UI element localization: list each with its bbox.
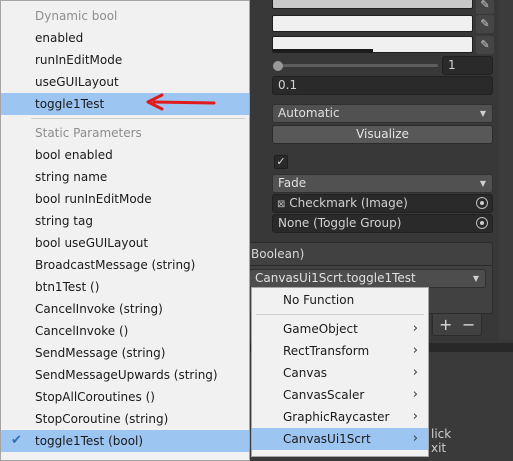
submenu-label: RectTransform (283, 344, 370, 358)
partial-label: lick (431, 427, 452, 441)
submenu-item-gameobject[interactable]: GameObject › (252, 318, 428, 340)
image-icon: ⊠ (277, 199, 286, 210)
navigation-value: Automatic (278, 106, 340, 120)
event-buttons: + − (432, 314, 482, 336)
checkmark-icon: ✔ (11, 433, 22, 448)
menu-item[interactable]: btn1Test () (1, 276, 249, 298)
chevron-down-icon: ▼ (479, 109, 486, 118)
menu-separator (31, 118, 245, 119)
eyedropper-icon[interactable]: ✎ (476, 15, 494, 33)
menu-item[interactable]: string tag (1, 210, 249, 232)
color-swatch-pressed[interactable] (272, 36, 473, 53)
chevron-right-icon: › (412, 343, 418, 358)
menu-item[interactable]: SendMessage (string) (1, 342, 249, 364)
navigation-dropdown[interactable]: Automatic ▼ (272, 104, 493, 123)
submenu-item-canvas[interactable]: Canvas › (252, 362, 428, 384)
color-swatch-normal[interactable] (272, 0, 473, 9)
inspector-scrollbar[interactable] (499, 0, 513, 340)
visualize-button[interactable]: Visualize (272, 125, 493, 144)
event-header: Boolean) (251, 247, 305, 261)
component-submenu: No Function GameObject › RectTransform ›… (251, 287, 429, 457)
chevron-right-icon: › (412, 365, 418, 380)
menu-item[interactable]: CancelInvoke () (1, 320, 249, 342)
submenu-label: GameObject (283, 322, 358, 336)
submenu-label: Canvas (283, 366, 328, 380)
chevron-down-icon: ▼ (479, 179, 486, 188)
transition-value: Fade (278, 176, 307, 190)
annotation-arrow-icon (146, 93, 216, 111)
menu-item[interactable]: BroadcastMessage (string) (1, 254, 249, 276)
menu-item[interactable]: bool enabled (1, 144, 249, 166)
submenu-label: CanvasUi1Scrt (283, 432, 371, 446)
method-popup-menu: Dynamic bool enabled runInEditMode useGU… (0, 0, 250, 461)
menu-item[interactable]: runInEditMode (1, 49, 249, 71)
object-picker-icon[interactable] (476, 197, 488, 209)
transition-dropdown[interactable]: Fade ▼ (272, 174, 493, 193)
chevron-down-icon: ▼ (472, 274, 479, 283)
menu-header-dynamic: Dynamic bool (35, 9, 118, 23)
eyedropper-icon[interactable]: ✎ (476, 36, 494, 54)
group-value: None (Toggle Group) (278, 216, 402, 230)
partial-label: xit (431, 441, 447, 455)
menu-item[interactable]: bool useGUILayout (1, 232, 249, 254)
chevron-right-icon: › (412, 431, 418, 446)
menu-item[interactable]: CancelInvoke (string) (1, 298, 249, 320)
group-field[interactable]: None (Toggle Group) (272, 214, 493, 233)
remove-listener-button[interactable]: − (462, 315, 475, 334)
menu-item-checked[interactable]: ✔ toggle1Test (bool) (1, 430, 249, 452)
submenu-item-canvasui1scrt[interactable]: CanvasUi1Scrt › (252, 428, 428, 450)
slider-track[interactable] (276, 64, 438, 67)
menu-separator (256, 314, 424, 315)
event-method-dropdown[interactable]: CanvasUi1Scrt.toggle1Test ▼ (249, 269, 486, 288)
submenu-item-graphicraycaster[interactable]: GraphicRaycaster › (252, 406, 428, 428)
add-listener-button[interactable]: + (439, 315, 452, 334)
submenu-item-canvasscaler[interactable]: CanvasScaler › (252, 384, 428, 406)
chevron-right-icon: › (412, 321, 418, 336)
menu-header-static: Static Parameters (35, 126, 142, 140)
submenu-label: GraphicRaycaster (283, 410, 390, 424)
event-method-value: CanvasUi1Scrt.toggle1Test (255, 271, 416, 285)
graphic-value: Checkmark (Image) (289, 196, 408, 210)
color-swatch-highlighted[interactable] (272, 15, 473, 32)
menu-item[interactable]: string name (1, 166, 249, 188)
menu-item[interactable]: enabled (1, 27, 249, 49)
submenu-label: CanvasScaler (283, 388, 365, 402)
menu-item[interactable]: bool runInEditMode (1, 188, 249, 210)
submenu-item-no-function[interactable]: No Function (252, 289, 428, 311)
menu-item-label: toggle1Test (bool) (35, 434, 144, 448)
menu-item[interactable]: SendMessageUpwards (string) (1, 364, 249, 386)
chevron-right-icon: › (412, 409, 418, 424)
object-picker-icon[interactable] (476, 217, 488, 229)
graphic-field[interactable]: ⊠ Checkmark (Image) (272, 194, 493, 213)
slider-knob[interactable] (273, 61, 283, 71)
menu-item[interactable]: useGUILayout (1, 71, 249, 93)
chevron-right-icon: › (412, 387, 418, 402)
eyedropper-icon[interactable]: ✎ (476, 0, 494, 14)
menu-item[interactable]: StopAllCoroutines () (1, 386, 249, 408)
is-on-checkbox[interactable]: ✓ (274, 155, 288, 169)
fade-duration-field[interactable]: 0.1 (272, 76, 493, 95)
submenu-item-recttransform[interactable]: RectTransform › (252, 340, 428, 362)
slider-value-field[interactable]: 1 (442, 56, 493, 75)
menu-item[interactable]: StopCoroutine (string) (1, 408, 249, 430)
